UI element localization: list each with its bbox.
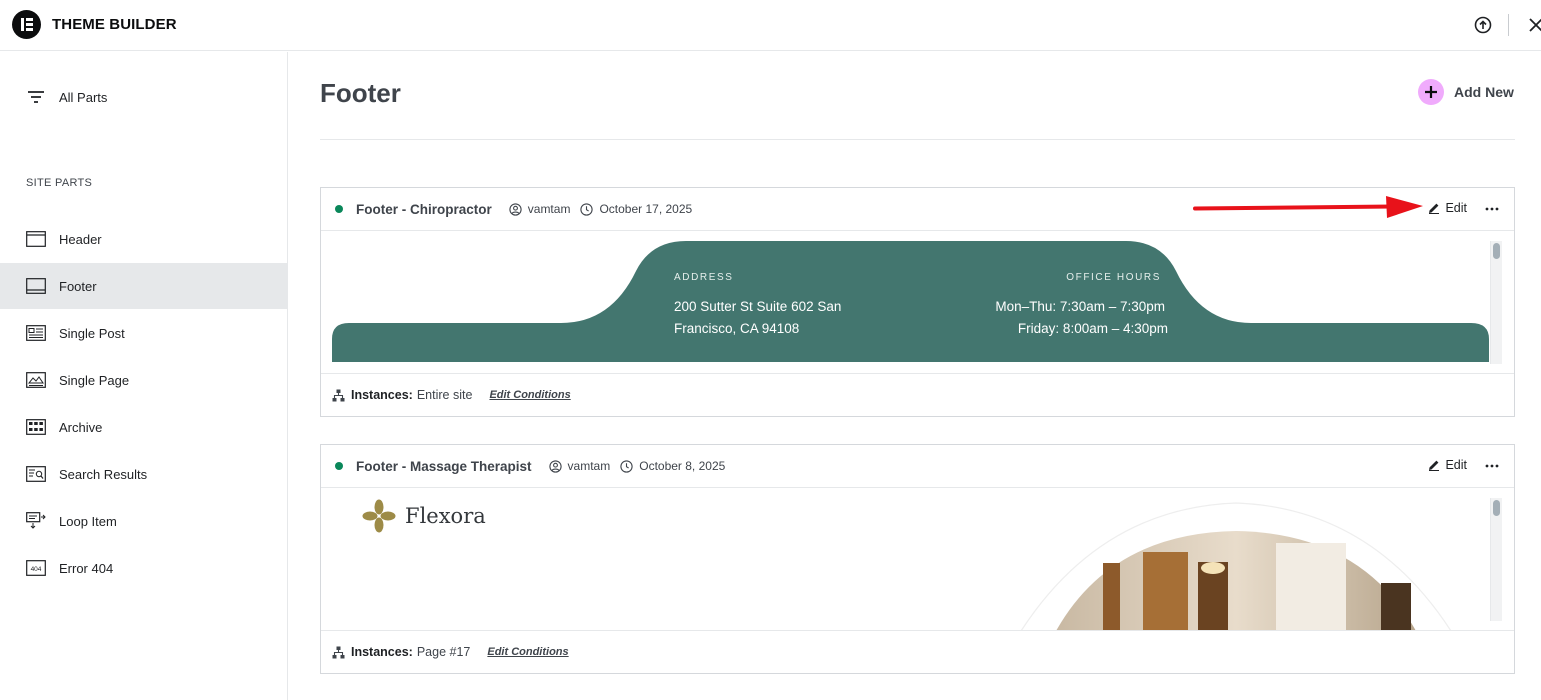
- archive-grid-icon: [26, 418, 46, 436]
- search-results-icon: [26, 465, 46, 483]
- single-post-icon: [26, 324, 46, 342]
- sidebar-item-label: Header: [59, 231, 102, 247]
- sidebar-item-search-results[interactable]: Search Results: [0, 451, 287, 497]
- sidebar-item-archive[interactable]: Archive: [0, 404, 287, 450]
- sidebar-item-label: Single Page: [59, 372, 130, 388]
- sidebar-item-error-404[interactable]: 404 Error 404: [0, 545, 287, 591]
- scrollbar-thumb[interactable]: [1493, 500, 1500, 516]
- card-author: vamtam: [509, 202, 570, 216]
- template-preview: ADDRESS 200 Sutter St Suite 602 San Fran…: [321, 231, 1514, 374]
- status-badge: [335, 462, 343, 470]
- user-icon: [509, 202, 522, 216]
- sidebar-item-label: All Parts: [59, 89, 108, 105]
- preview-scrollbar[interactable]: [1490, 241, 1502, 364]
- clock-icon: [580, 202, 594, 216]
- sitemap-icon: [332, 646, 345, 658]
- hours-line-2: Friday: 8:00am – 4:30pm: [1017, 321, 1168, 336]
- address-line-2: Francisco, CA 94108: [674, 321, 800, 336]
- top-bar-separator: [1508, 14, 1509, 36]
- sidebar-item-footer[interactable]: Footer: [0, 263, 287, 309]
- card-author: vamtam: [548, 459, 610, 473]
- add-new-label: Add New: [1454, 84, 1514, 100]
- sidebar-item-single-post[interactable]: Single Post: [0, 310, 287, 356]
- title-divider: [320, 139, 1515, 140]
- hours-line-1: Mon–Thu: 7:30am – 7:30pm: [995, 299, 1165, 314]
- filter-lines-icon: [26, 88, 46, 106]
- footer-layout-icon: [26, 277, 46, 295]
- preview-image-arch: [1020, 502, 1452, 630]
- edit-conditions-link[interactable]: Edit Conditions: [489, 389, 570, 401]
- clock-icon: [620, 459, 633, 473]
- instances-value: Page #17: [416, 645, 471, 659]
- sidebar-item-label: Archive: [59, 419, 103, 435]
- app-title: THEME BUILDER: [52, 16, 177, 33]
- sidebar-item-label: Loop Item: [59, 513, 117, 529]
- main-content: Footer Add New Footer - Chiropractor vam…: [289, 52, 1541, 700]
- error-404-icon: 404: [26, 559, 46, 577]
- card-title: Footer - Massage Therapist: [356, 458, 532, 474]
- instances-value: Entire site: [416, 388, 473, 402]
- sidebar-item-label: Single Post: [59, 325, 125, 341]
- more-options-icon[interactable]: [1482, 457, 1502, 475]
- header-layout-icon: [26, 230, 46, 248]
- add-new-button[interactable]: Add New: [1418, 78, 1514, 106]
- sidebar-item-label: Footer: [59, 278, 97, 294]
- office-hours-label: OFFICE HOURS: [1066, 272, 1161, 283]
- pencil-icon: [1429, 460, 1440, 471]
- card-date: October 17, 2025: [580, 202, 692, 216]
- card-footer: Instances: Page #17 Edit Conditions: [321, 631, 1514, 673]
- scrollbar-thumb[interactable]: [1493, 243, 1500, 259]
- user-icon: [548, 459, 562, 473]
- preview-scrollbar[interactable]: [1490, 498, 1502, 621]
- sidebar-item-all-parts[interactable]: All Parts: [0, 74, 287, 120]
- single-page-icon: [26, 371, 46, 389]
- page-title: Footer: [320, 78, 401, 108]
- upload-info-icon[interactable]: [1473, 15, 1493, 35]
- template-card-massage-therapist: Footer - Massage Therapist vamtam Octobe…: [320, 444, 1515, 674]
- edit-button[interactable]: Edit: [1428, 458, 1467, 472]
- address-line-1: 200 Sutter St Suite 602 San: [674, 299, 842, 314]
- sidebar-item-label: Error 404: [59, 560, 114, 576]
- close-icon[interactable]: [1527, 16, 1541, 34]
- card-date: October 8, 2025: [620, 459, 725, 473]
- sitemap-icon: [332, 389, 345, 401]
- card-title: Footer - Chiropractor: [356, 201, 492, 217]
- elementor-logo-icon: [12, 10, 41, 39]
- edit-conditions-link[interactable]: Edit Conditions: [487, 646, 568, 658]
- footer-preview-shape: [332, 241, 1489, 362]
- status-badge: [335, 205, 343, 213]
- plus-icon: [1418, 79, 1444, 105]
- edit-button[interactable]: Edit: [1428, 201, 1467, 215]
- card-footer: Instances: Entire site Edit Conditions: [321, 374, 1514, 416]
- card-header: Footer - Massage Therapist vamtam Octobe…: [321, 445, 1514, 488]
- instances-label: Instances:: [351, 388, 413, 402]
- template-card-chiropractor: Footer - Chiropractor vamtam October 17,…: [320, 187, 1515, 417]
- sidebar: All Parts SITE PARTS Header Footer Singl…: [0, 52, 288, 700]
- loop-item-icon: [26, 512, 46, 530]
- sidebar-item-single-page[interactable]: Single Page: [0, 357, 287, 403]
- sidebar-section-heading: SITE PARTS: [26, 177, 93, 189]
- pencil-icon: [1429, 203, 1440, 214]
- sidebar-item-loop-item[interactable]: Loop Item: [0, 498, 287, 544]
- svg-text:404: 404: [31, 566, 42, 573]
- instances-label: Instances:: [351, 645, 413, 659]
- top-bar: THEME BUILDER: [0, 0, 1541, 51]
- sidebar-item-label: Search Results: [59, 466, 148, 482]
- annotation-arrow-icon: [1193, 196, 1423, 218]
- sidebar-item-header[interactable]: Header: [0, 216, 287, 262]
- more-options-icon[interactable]: [1482, 200, 1502, 218]
- address-label: ADDRESS: [674, 272, 734, 283]
- template-preview: Flexora: [321, 488, 1514, 631]
